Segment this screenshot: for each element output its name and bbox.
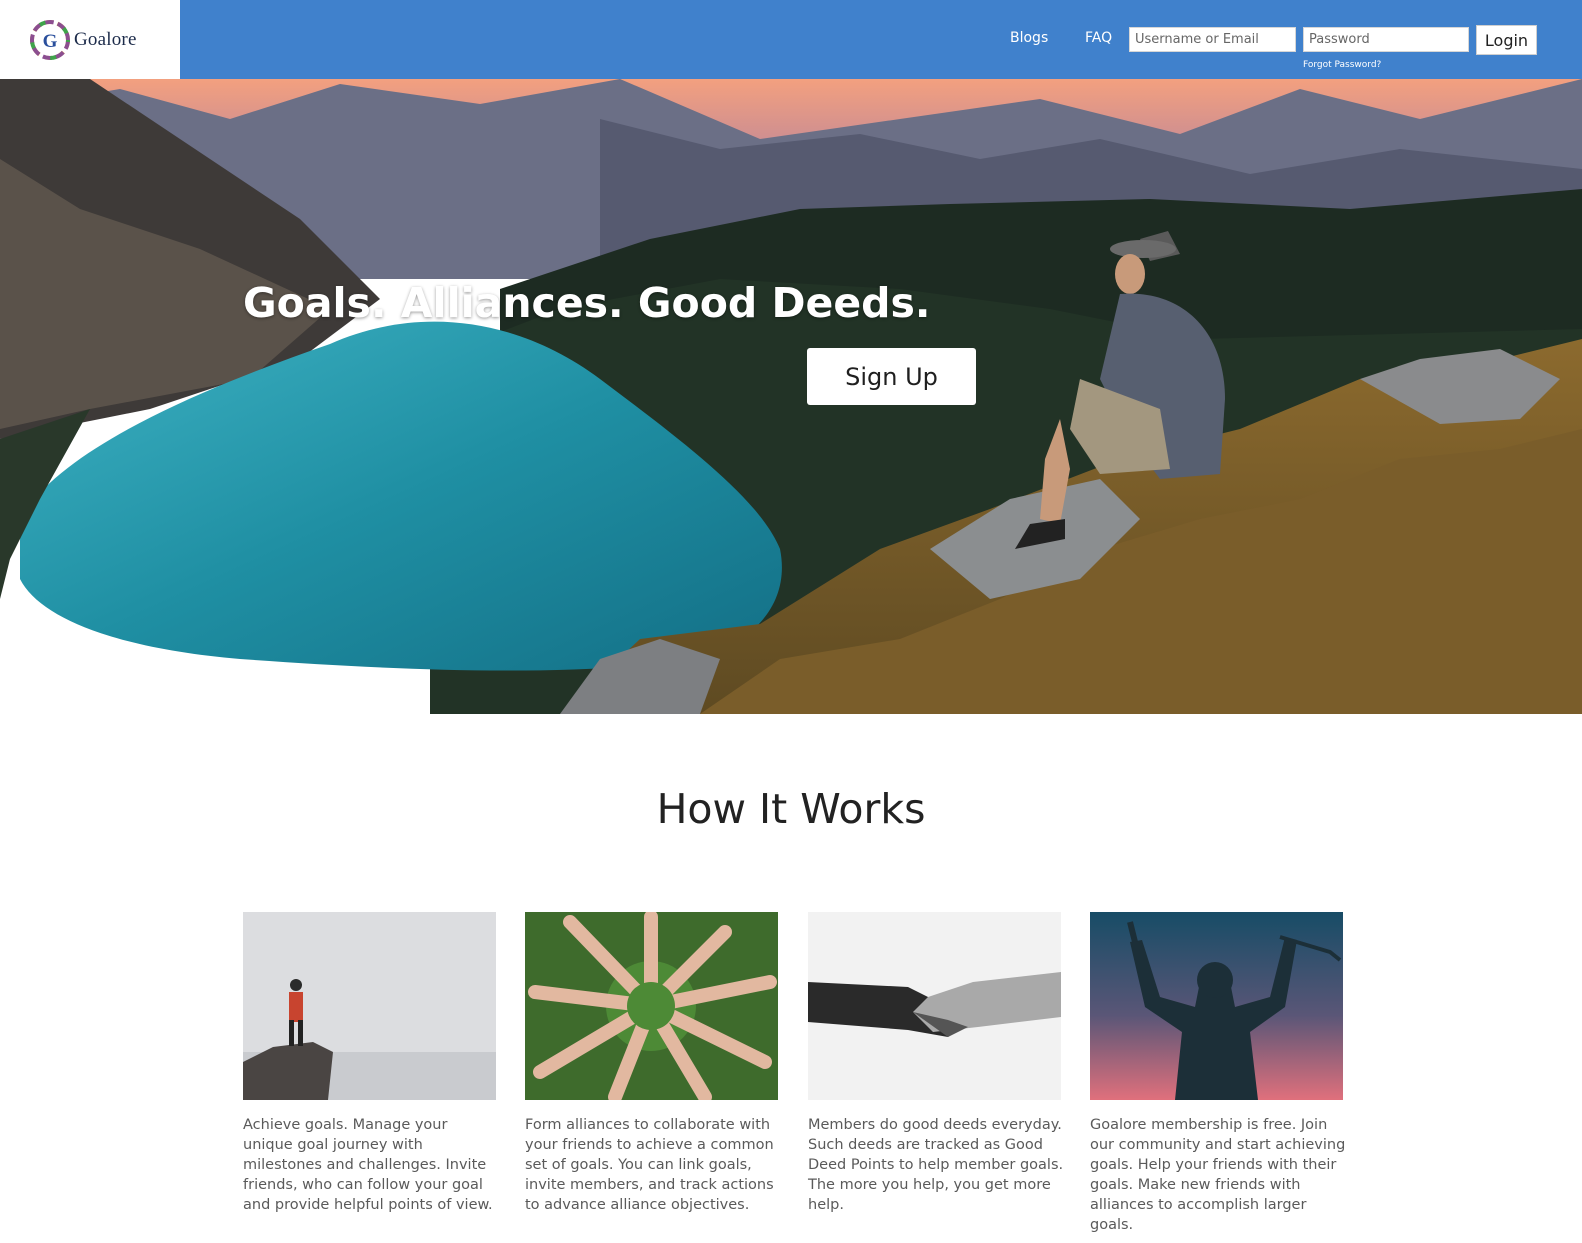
feature-text-form-alliances: Form alliances to collaborate with your … [525, 1117, 774, 1213]
nav-blogs-link[interactable]: Blogs [1010, 30, 1048, 46]
hands-in-circle-image [525, 912, 778, 1100]
hiker-on-cliff-image [243, 912, 496, 1100]
silhouette-celebrating-image [1090, 912, 1343, 1100]
feature-card-membership: Goalore membership is free. Join our com… [1090, 912, 1346, 1235]
goalore-logo-icon: G [30, 19, 70, 60]
password-input[interactable] [1303, 27, 1469, 52]
svg-text:G: G [43, 31, 58, 52]
forgot-password-link[interactable]: Forgot Password? [1303, 60, 1381, 70]
feature-text-good-deeds: Members do good deeds everyday. Such dee… [808, 1117, 1064, 1213]
feature-card-form-alliances: Form alliances to collaborate with your … [525, 912, 778, 1215]
login-button[interactable]: Login [1476, 25, 1537, 55]
brand-logo-link[interactable]: G Goalore [0, 0, 180, 79]
top-navbar: G Goalore Blogs FAQ Login Forgot Passwor… [0, 0, 1582, 79]
feature-text-achieve-goals: Achieve goals. Manage your unique goal j… [243, 1117, 493, 1213]
how-it-works-heading: How It Works [656, 785, 926, 833]
nav-faq-link[interactable]: FAQ [1085, 30, 1112, 46]
feature-card-good-deeds: Members do good deeds everyday. Such dee… [808, 912, 1064, 1215]
username-input[interactable] [1129, 27, 1296, 52]
sign-up-button[interactable]: Sign Up [807, 348, 976, 405]
handshake-image [808, 912, 1061, 1100]
feature-card-achieve-goals: Achieve goals. Manage your unique goal j… [243, 912, 496, 1215]
hero-mountain-lake-image [0, 79, 1582, 714]
hero-section: Goals. Alliances. Good Deeds. Sign Up [0, 79, 1582, 714]
feature-text-membership: Goalore membership is free. Join our com… [1090, 1117, 1346, 1233]
brand-name: Goalore [74, 28, 137, 50]
hero-headline: Goals. Alliances. Good Deeds. [243, 279, 931, 327]
